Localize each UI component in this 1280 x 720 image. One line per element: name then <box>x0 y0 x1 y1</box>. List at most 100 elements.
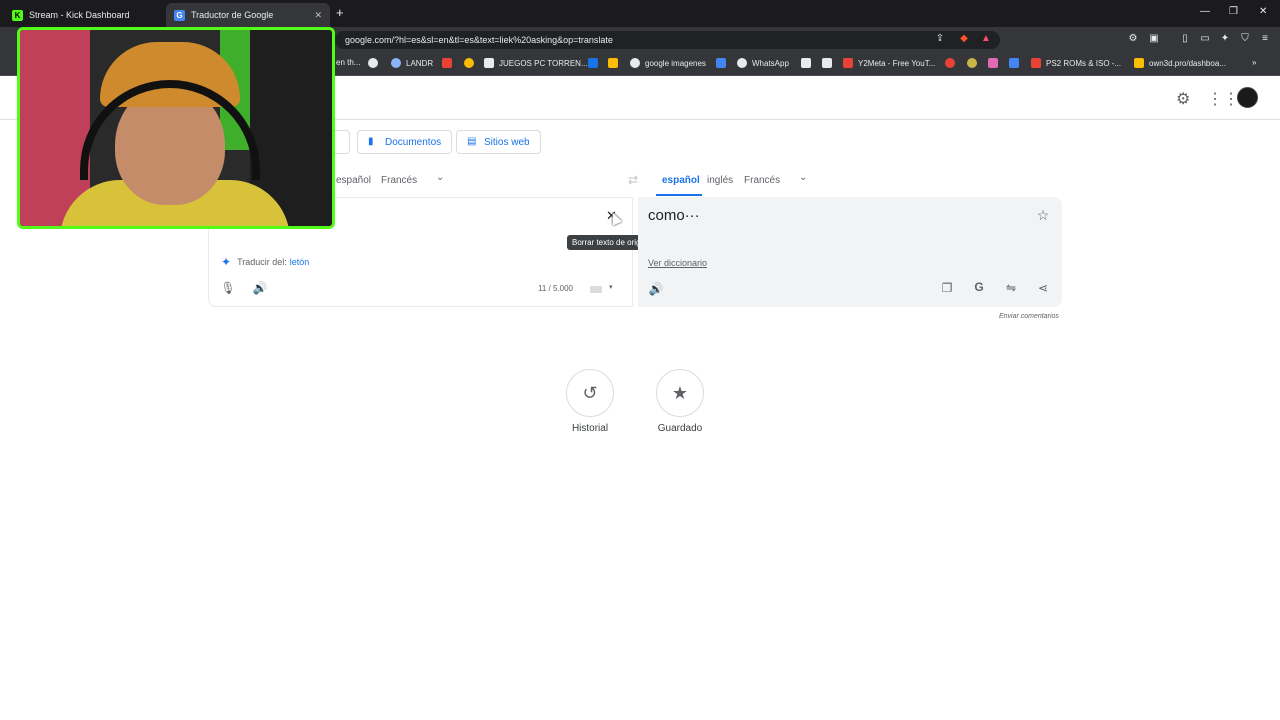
bookmark-folder[interactable] <box>608 58 623 68</box>
bookmark-item[interactable] <box>988 58 1003 68</box>
websites-mode-button[interactable]: ▤ Sitios web <box>456 130 541 154</box>
rewards-icon[interactable]: ▲ <box>980 33 992 45</box>
target-lang-espanol[interactable]: español <box>662 175 700 186</box>
copy-icon[interactable]: ❐ <box>939 281 955 295</box>
apps-grid-icon[interactable]: ⋮⋮ <box>1207 89 1239 109</box>
source-lang-frances[interactable]: Francés <box>381 175 417 186</box>
bookmark-item[interactable] <box>945 58 960 68</box>
tab-search-icon[interactable]: ▣ <box>1148 33 1160 45</box>
tab-title: Stream - Kick Dashboard <box>29 10 130 20</box>
more-bookmarks-icon[interactable]: » <box>1252 58 1256 67</box>
bookmark-item[interactable]: google imagenes <box>630 58 706 68</box>
send-feedback-link[interactable]: Enviar comentarios <box>999 313 1059 320</box>
sidebar-icon[interactable]: ▯ <box>1179 33 1191 45</box>
vpn-icon[interactable]: ⛉ <box>1239 33 1251 45</box>
bookmark-item[interactable] <box>368 58 383 68</box>
close-window-icon[interactable]: ✕ <box>1259 6 1267 17</box>
own3d-icon <box>1134 58 1144 68</box>
speaker-icon[interactable]: 🔊 <box>648 282 664 296</box>
wallet-icon[interactable]: ▭ <box>1199 33 1211 45</box>
bookmark-item[interactable]: Y2Meta - Free YouT... <box>843 58 935 68</box>
url-text: google.com/?hl=es&sl=en&tl=es&text=liek%… <box>345 35 613 45</box>
bookmark-item[interactable] <box>1009 58 1024 68</box>
chevron-down-icon[interactable]: ⌄ <box>799 172 807 183</box>
extensions-icon[interactable]: ⚙ <box>1127 33 1139 45</box>
rate-translation-icon[interactable]: ⇋ <box>1003 281 1019 295</box>
target-lang-ingles[interactable]: inglés <box>707 175 733 186</box>
history-label: Historial <box>571 423 609 434</box>
star-icon: ★ <box>671 382 689 403</box>
translated-text: como··· <box>648 207 700 224</box>
new-tab-button[interactable]: + <box>336 5 344 20</box>
detected-language: ✦ Traducir del: letón <box>221 255 310 269</box>
bookmark-item[interactable] <box>716 58 731 68</box>
bookmark-item[interactable] <box>967 58 982 68</box>
detected-language-link[interactable]: letón <box>290 257 310 267</box>
bookmark-favicon-icon <box>801 58 811 68</box>
tab-google-translate[interactable]: G Traductor de Google ✕ <box>166 3 330 27</box>
star-icon[interactable]: ☆ <box>1035 207 1051 224</box>
close-tab-icon[interactable]: ✕ <box>314 10 322 21</box>
speaker-icon[interactable]: 🔊 <box>252 281 268 295</box>
dictionary-link[interactable]: Ver diccionario <box>648 258 707 268</box>
documents-mode-button[interactable]: ▮ Documentos <box>357 130 453 154</box>
translate-icon: G <box>174 9 185 21</box>
landr-icon <box>391 58 401 68</box>
google-icon <box>630 58 640 68</box>
bookmark-item[interactable]: en th... <box>336 58 360 67</box>
restore-icon[interactable]: ❐ <box>1229 6 1238 17</box>
google-icon <box>368 58 378 68</box>
document-icon: ▮ <box>368 136 374 147</box>
avatar[interactable] <box>1237 87 1258 108</box>
bookmark-item[interactable]: LANDR <box>391 58 433 68</box>
tab-kick-dashboard[interactable]: K Stream - Kick Dashboard <box>4 3 164 27</box>
brave-shield-icon[interactable]: ◆ <box>958 33 970 45</box>
bookmark-item[interactable] <box>464 58 479 68</box>
bookmark-item[interactable]: own3d.pro/dashboa... <box>1134 58 1226 68</box>
bookmark-item[interactable] <box>822 58 837 68</box>
microphone-icon[interactable]: 🎙 <box>220 281 236 295</box>
selected-lang-indicator <box>656 194 702 196</box>
y2meta-icon <box>843 58 853 68</box>
bookmark-favicon-icon <box>822 58 832 68</box>
bookmark-item[interactable]: JUEGOS PC TORREN... <box>484 58 588 68</box>
bookmark-item[interactable] <box>801 58 816 68</box>
bookmark-favicon-icon <box>588 58 598 68</box>
webcam-overlay <box>17 27 335 229</box>
bookmark-item[interactable]: PS2 ROMs & ISO -... <box>1031 58 1121 68</box>
leo-ai-icon[interactable]: ✦ <box>1219 33 1231 45</box>
bookmark-favicon-icon <box>945 58 955 68</box>
menu-icon[interactable]: ≡ <box>1259 33 1271 45</box>
gif-icon <box>1009 58 1019 68</box>
tab-title: Traductor de Google <box>191 10 274 20</box>
share-icon[interactable]: ⇪ <box>934 33 946 45</box>
bookmark-favicon-icon <box>988 58 998 68</box>
keyboard-icon[interactable] <box>590 286 602 293</box>
bookmark-favicon-icon <box>464 58 474 68</box>
target-lang-frances[interactable]: Francés <box>744 175 780 186</box>
sparkle-icon: ✦ <box>221 255 232 269</box>
bookmark-item[interactable] <box>442 58 457 68</box>
history-icon: ↺ <box>582 382 598 403</box>
history-button[interactable]: ↺ <box>566 369 614 417</box>
share-icon[interactable]: ⋖ <box>1035 281 1051 295</box>
source-lang-espanol[interactable]: español <box>336 175 371 186</box>
bookmark-item[interactable]: WhatsApp <box>737 58 789 68</box>
bookmark-favicon-icon <box>716 58 726 68</box>
saved-button[interactable]: ★ <box>656 369 704 417</box>
web-icon: ▤ <box>467 136 477 147</box>
target-text-panel <box>638 197 1062 307</box>
chevron-down-icon[interactable]: ▾ <box>609 283 613 291</box>
saved-label: Guardado <box>657 423 703 434</box>
bookmark-item[interactable] <box>588 58 603 68</box>
ps2-icon <box>1031 58 1041 68</box>
google-search-icon[interactable]: G <box>971 280 987 294</box>
kick-icon: K <box>12 9 23 21</box>
settings-icon[interactable]: ⚙ <box>1176 89 1190 109</box>
chevron-down-icon[interactable]: ⌄ <box>436 172 444 183</box>
bookmark-favicon-icon <box>967 58 977 68</box>
swap-languages-icon[interactable]: ⇄ <box>628 173 638 187</box>
character-count: 11 / 5.000 <box>538 284 573 293</box>
minimize-icon[interactable]: — <box>1200 6 1210 17</box>
bookmark-favicon-icon <box>442 58 452 68</box>
